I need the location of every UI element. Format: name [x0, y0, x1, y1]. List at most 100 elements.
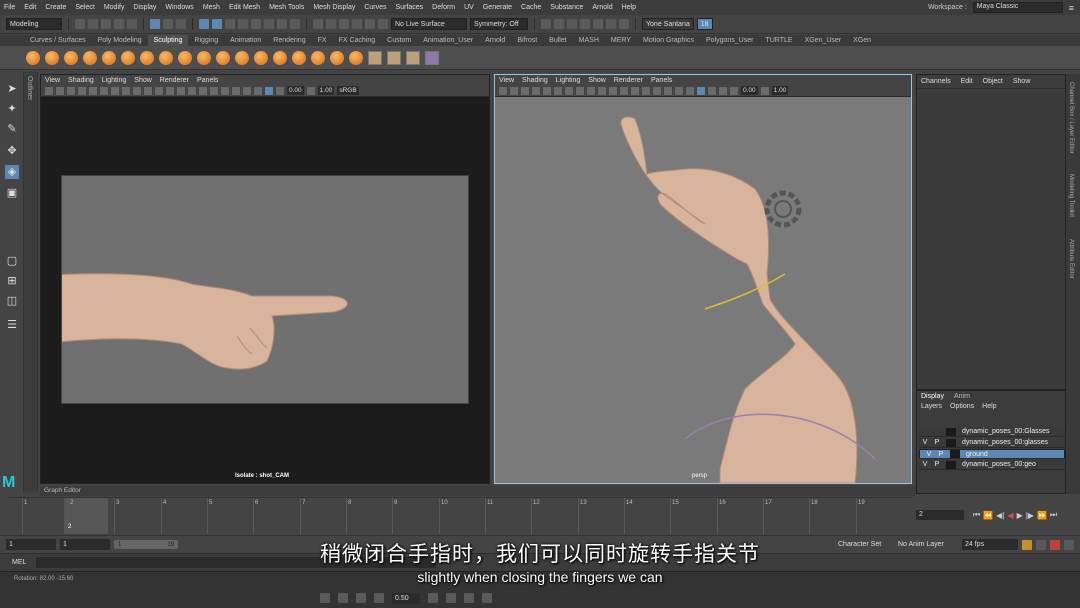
play-backwards-icon[interactable]: ◀ [1007, 511, 1013, 520]
freeze-tool-icon[interactable] [349, 50, 363, 65]
ambient-occlusion-icon[interactable] [210, 86, 218, 95]
le-menu-help[interactable]: Help [982, 403, 996, 410]
lasso-tool-icon[interactable]: ✦ [5, 102, 19, 116]
color-space-dropdown[interactable]: sRGB [337, 86, 359, 95]
rp-exposure-icon[interactable] [730, 86, 738, 95]
select-object-icon[interactable] [163, 19, 173, 29]
rp-xray-icon[interactable] [708, 86, 716, 95]
rp-exposure-field[interactable]: 0.00 [741, 86, 758, 95]
exposure-icon[interactable] [276, 86, 284, 95]
paint-select-icon[interactable]: ✎ [5, 122, 19, 136]
menu-deform[interactable]: Deform [432, 4, 455, 11]
right-menu-panels[interactable]: Panels [651, 77, 672, 84]
move-tool-icon[interactable]: ✥ [5, 144, 19, 158]
menu-create[interactable]: Create [45, 4, 66, 11]
shadows-icon[interactable] [199, 86, 207, 95]
mask-surfaces-icon[interactable] [238, 19, 248, 29]
rp-isolate-icon[interactable] [697, 86, 705, 95]
rp-gamma-icon[interactable] [760, 86, 769, 95]
hypershade-icon[interactable] [606, 19, 616, 29]
play-forwards-icon[interactable]: ▶ [1017, 511, 1023, 520]
shelf-tab-rendering[interactable]: Rendering [267, 35, 311, 46]
bulge-tool-icon[interactable] [311, 50, 325, 65]
bookmark-icon[interactable] [56, 86, 64, 95]
mask-dynamics-icon[interactable] [264, 19, 274, 29]
live-surface-field[interactable]: No Live Surface [391, 18, 467, 30]
camera-attributes-icon[interactable] [45, 86, 53, 95]
smooth-shade-icon[interactable] [166, 86, 174, 95]
shelf-tab-mery[interactable]: MERY [605, 35, 637, 46]
safe-title-icon[interactable] [144, 86, 152, 95]
user-account-dropdown[interactable]: Yone Santana [642, 18, 694, 30]
right-menu-show[interactable]: Show [588, 77, 606, 84]
image-plane-icon[interactable] [67, 86, 75, 95]
rp-field-chart-icon[interactable] [576, 86, 584, 95]
outliner-tab[interactable]: Outliner [24, 72, 38, 492]
shelf-tab-animation-user[interactable]: Animation_User [417, 35, 479, 46]
mask-render-icon[interactable] [277, 19, 287, 29]
menu-mesh-tools[interactable]: Mesh Tools [269, 4, 304, 11]
menu-edit-mesh[interactable]: Edit Mesh [229, 4, 260, 11]
rp-ao-icon[interactable] [664, 86, 672, 95]
menu-surfaces[interactable]: Surfaces [396, 4, 424, 11]
rp-lights-icon[interactable] [642, 86, 650, 95]
step-forward-key-icon[interactable]: ⏩ [1037, 511, 1047, 520]
menu-mesh[interactable]: Mesh [203, 4, 220, 11]
cb-menu-object[interactable]: Object [983, 78, 1003, 85]
lights-icon[interactable] [188, 86, 196, 95]
render-frame-icon[interactable] [567, 19, 577, 29]
shelf-tab-animation[interactable]: Animation [224, 35, 267, 46]
shelf-tab-fx-caching[interactable]: FX Caching [333, 35, 382, 46]
time-slider[interactable]: 1 2 3 4 5 6 7 8 9 10 11 12 13 14 15 16 1… [8, 497, 912, 534]
spline-tangent-icon[interactable] [338, 593, 348, 603]
select-component-icon[interactable] [176, 19, 186, 29]
outliner-layout-icon[interactable]: ☰ [5, 318, 19, 332]
gamma-field[interactable]: 1.00 [317, 86, 335, 95]
rp-resolution-gate-icon[interactable] [554, 86, 562, 95]
shelf-tab-mash[interactable]: MASH [573, 35, 605, 46]
shelf-tab-poly-modeling[interactable]: Poly Modeling [92, 35, 148, 46]
mask-icon[interactable] [199, 19, 209, 29]
blend-shape-icon[interactable] [425, 50, 439, 65]
right-menu-lighting[interactable]: Lighting [556, 77, 581, 84]
menu-curves[interactable]: Curves [364, 4, 386, 11]
undo-icon[interactable] [114, 19, 124, 29]
perspective-viewport[interactable]: View Shading Lighting Show Renderer Pane… [494, 74, 912, 484]
current-frame-field[interactable]: 2 [916, 510, 964, 520]
rp-film-gate-icon[interactable] [543, 86, 551, 95]
left-menu-shading[interactable]: Shading [68, 77, 94, 84]
rp-smooth-shade-icon[interactable] [620, 86, 628, 95]
left-menu-panels[interactable]: Panels [197, 77, 218, 84]
repeat-tool-icon[interactable] [178, 50, 192, 65]
shelf-tab-xgen[interactable]: XGen [847, 35, 877, 46]
mask-curves-icon[interactable] [225, 19, 235, 29]
tab-display[interactable]: Display [921, 393, 944, 400]
wax-tool-icon[interactable] [216, 50, 230, 65]
step-forward-frame-icon[interactable]: |▶ [1026, 511, 1034, 520]
shelf-tab-arnold[interactable]: Arnold [479, 35, 511, 46]
shelf-tab-rigging[interactable]: Rigging [188, 35, 224, 46]
layer-row[interactable]: VP dynamic_poses_00:glasses [919, 438, 1065, 448]
magnet-icon[interactable] [378, 19, 388, 29]
pinch-tool-icon[interactable] [102, 50, 116, 65]
motion-blur-icon[interactable] [221, 86, 229, 95]
stepped-tangent-icon[interactable] [374, 593, 384, 603]
menu-edit[interactable]: Edit [24, 4, 36, 11]
attribute-editor-tab[interactable]: Attribute Editor [1068, 239, 1074, 279]
smear-tool-icon[interactable] [292, 50, 306, 65]
smooth-tool-icon[interactable] [45, 50, 59, 65]
menu-uv[interactable]: UV [464, 4, 474, 11]
hamburger-icon[interactable]: ≡ [1069, 3, 1074, 13]
right-menu-renderer[interactable]: Renderer [614, 77, 643, 84]
light-editor-icon[interactable] [619, 19, 629, 29]
anti-alias-icon[interactable] [232, 86, 240, 95]
step-back-frame-icon[interactable]: ◀| [996, 511, 1004, 520]
snap-surface-icon[interactable] [365, 19, 375, 29]
unfreeze-icon[interactable] [387, 50, 401, 65]
go-to-end-icon[interactable]: ⏭ [1050, 510, 1057, 520]
step-back-key-icon[interactable]: ⏪ [983, 511, 993, 520]
mask-deform-icon[interactable] [251, 19, 261, 29]
textured-icon[interactable] [177, 86, 185, 95]
menu-generate[interactable]: Generate [483, 4, 512, 11]
grab-tool-icon[interactable] [83, 50, 97, 65]
